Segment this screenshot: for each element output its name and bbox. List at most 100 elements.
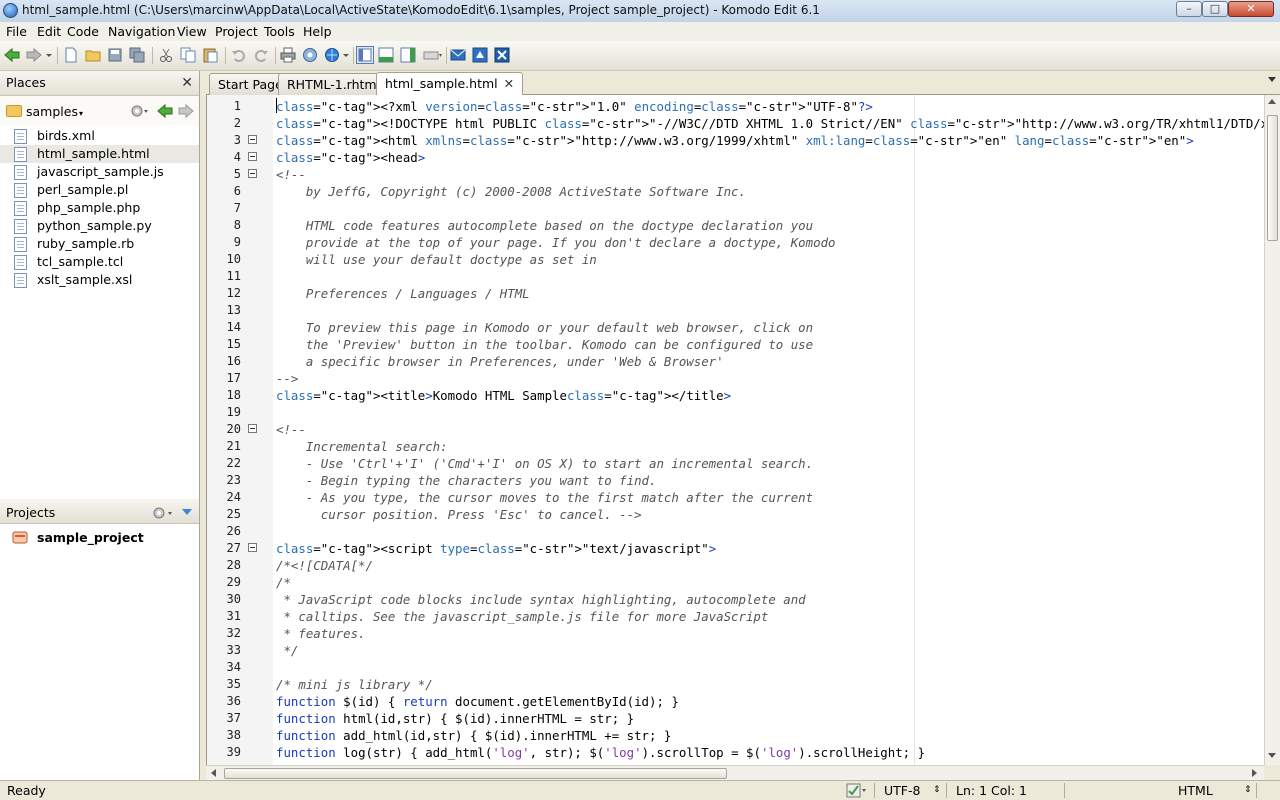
code-line: 20 <!-- [207,421,1264,438]
menu-tools[interactable]: Tools [264,24,295,39]
komodo-icon[interactable] [494,47,510,63]
list-item[interactable]: python_sample.py [0,217,199,235]
code-line: 31 * calltips. See the javascript_sample… [207,608,1264,625]
browser-icon[interactable] [324,47,340,63]
code-text: class="c-tag"><!DOCTYPE html PUBLIC clas… [276,116,1264,131]
list-item[interactable]: birds.xml [0,127,199,145]
list-item[interactable]: xslt_sample.xsl [0,271,199,289]
places-back-icon[interactable] [157,103,173,119]
paste-icon[interactable] [202,47,218,63]
tab-list-dropdown-icon[interactable] [1268,77,1276,82]
history-dropdown-icon[interactable] [44,47,54,63]
code-editor[interactable]: 1 class="c-tag"><?xml version=class="c-st… [206,95,1264,765]
code-line: 2 class="c-tag"><!DOCTYPE html PUBLIC cla… [207,115,1264,132]
komodo-app-icon[interactable] [3,3,18,18]
projects-collapse-icon[interactable] [180,506,194,518]
places-forward-icon[interactable] [178,103,194,119]
preview-icon[interactable] [302,47,318,63]
tab-html-sample[interactable]: html_sample.html ✕ [376,72,524,96]
toggle-left-pane-icon[interactable] [356,46,374,64]
file-name: python_sample.py [37,218,152,233]
code-line: 33 */ [207,642,1264,659]
code-line: 4 class="c-tag"><head> [207,149,1264,166]
encoding-spinner-icon[interactable]: ⇕ [933,785,941,795]
horizontal-scroll-thumb[interactable] [224,768,727,779]
code-line: 18 class="c-tag"><title>Komodo HTML Sampl… [207,387,1264,404]
menu-bar: File Edit Code Navigation View Project T… [0,22,1280,41]
code-text: - Use 'Ctrl'+'I' ('Cmd'+'I' on OS X) to … [276,456,814,471]
line-number: 20 [226,422,241,436]
list-item[interactable]: perl_sample.pl [0,181,199,199]
tab-close-icon[interactable]: ✕ [504,76,514,91]
code-line: 12 Preferences / Languages / HTML [207,285,1264,302]
fold-toggle-icon[interactable] [248,543,257,552]
menu-edit[interactable]: Edit [37,24,61,39]
copy-icon[interactable] [180,47,196,63]
line-number: 4 [233,150,241,164]
browser-dropdown-icon[interactable] [341,47,351,63]
horizontal-scrollbar[interactable] [206,765,1264,780]
status-message: Ready [7,783,46,798]
toggle-bottom-pane-icon[interactable] [378,47,394,63]
list-item[interactable]: ruby_sample.rb [0,235,199,253]
code-text: class="c-tag"><title>Komodo HTML Samplec… [276,388,732,403]
email-icon[interactable] [450,47,466,63]
vertical-scroll-thumb[interactable] [1267,115,1278,241]
line-number: 11 [226,269,241,283]
line-number: 18 [226,388,241,402]
undo-icon[interactable] [231,47,247,63]
main-toolbar [0,41,1280,71]
line-number: 5 [233,167,241,181]
line-number: 3 [233,133,241,147]
project-item[interactable]: sample_project [0,527,199,547]
scroll-left-icon[interactable] [211,769,216,777]
scroll-down-icon[interactable] [1268,753,1276,758]
fold-toggle-icon[interactable] [248,135,257,144]
scroll-right-icon[interactable] [1252,769,1257,777]
forward-icon[interactable] [26,47,42,63]
toolbar-separator [152,47,153,64]
redo-icon[interactable] [253,47,269,63]
back-icon[interactable] [4,47,20,63]
open-file-icon[interactable] [85,47,101,63]
cut-icon[interactable] [158,47,174,63]
print-icon[interactable] [280,47,296,63]
save-all-icon[interactable] [129,47,145,63]
toolbox-icon[interactable] [472,47,488,63]
menu-help[interactable]: Help [303,24,332,39]
close-window-button[interactable]: ✕ [1228,1,1274,17]
syntax-check-icon[interactable] [846,783,868,798]
fold-toggle-icon[interactable] [248,424,257,433]
line-number: 32 [226,626,241,640]
code-line: 27 class="c-tag"><script type=class="c-st… [207,540,1264,557]
menu-navigation[interactable]: Navigation [108,24,175,39]
code-line: 7 [207,200,1264,217]
maximize-button[interactable]: □ [1202,1,1228,17]
menu-code[interactable]: Code [67,24,99,39]
minimize-button[interactable]: – [1176,1,1202,17]
places-folder-selector[interactable]: samples▾ [26,104,83,119]
vertical-scrollbar[interactable] [1264,95,1280,765]
language-spinner-icon[interactable]: ⇕ [1244,785,1252,795]
scroll-up-icon[interactable] [1268,99,1276,104]
list-item[interactable]: html_sample.html [0,145,199,163]
fold-toggle-icon[interactable] [248,152,257,161]
new-file-icon[interactable] [63,47,79,63]
fold-toggle-icon[interactable] [248,169,257,178]
list-item[interactable]: tcl_sample.tcl [0,253,199,271]
gear-icon[interactable] [130,104,150,118]
macro-icon[interactable] [423,47,443,63]
menu-view[interactable]: View [177,24,207,39]
projects-gear-icon[interactable] [152,506,176,520]
menu-file[interactable]: File [6,24,27,39]
line-number: 25 [226,507,241,521]
language-selector[interactable]: HTML [1178,783,1213,798]
save-icon[interactable] [107,47,123,63]
list-item[interactable]: javascript_sample.js [0,163,199,181]
list-item[interactable]: php_sample.php [0,199,199,217]
encoding-selector[interactable]: UTF-8 [884,783,920,798]
places-close-button[interactable]: ✕ [181,75,193,91]
menu-project[interactable]: Project [215,24,258,39]
tab-rhtml[interactable]: RHTML-1.rhtml [278,73,390,95]
toggle-right-pane-icon[interactable] [400,47,416,63]
